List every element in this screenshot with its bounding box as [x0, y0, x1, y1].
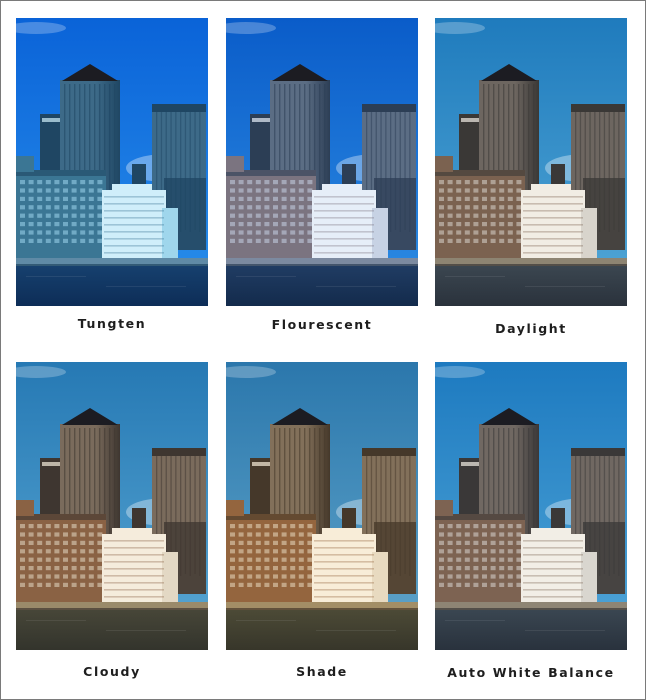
caption-shade: Shade	[296, 664, 348, 679]
caption-daylight: Daylight	[495, 321, 567, 336]
caption-cloudy: Cloudy	[83, 664, 141, 679]
caption-flourescent: Flourescent	[271, 317, 373, 332]
photo-tungsten	[16, 18, 208, 306]
photo-cloudy	[16, 362, 208, 650]
photo-shade	[226, 362, 418, 650]
caption-auto-white-balance: Auto White Balance	[447, 665, 615, 680]
comparison-frame: Tungten Flourescent Daylight Cloudy Shad…	[0, 0, 646, 700]
photo-auto-white-balance	[435, 362, 627, 650]
caption-tungsten: Tungten	[77, 316, 147, 331]
photo-daylight	[435, 18, 627, 306]
photo-flourescent	[226, 18, 418, 306]
